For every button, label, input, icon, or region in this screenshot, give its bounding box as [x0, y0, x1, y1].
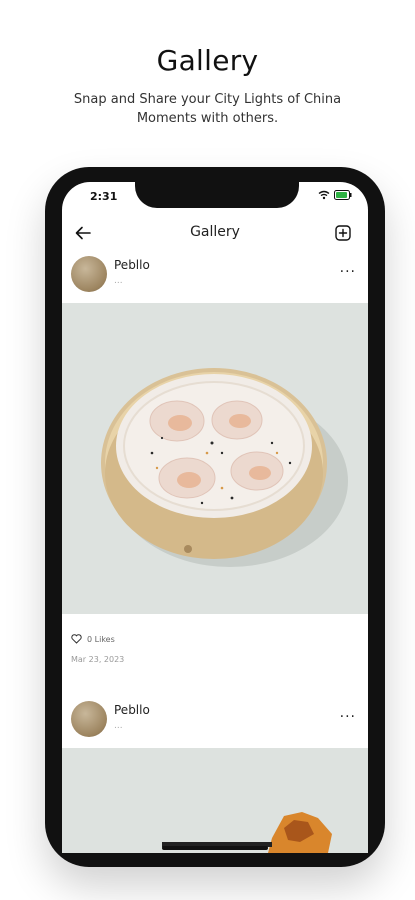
avatar[interactable] [71, 701, 107, 737]
phone-frame: 2:31 Gallery Pebllo ... ··· 0 Likes Mar … [45, 167, 385, 867]
food-photo-partial [162, 812, 332, 853]
more-horizontal-icon: ··· [339, 264, 356, 280]
status-time: 2:31 [90, 190, 118, 203]
avatar[interactable] [71, 256, 107, 292]
more-horizontal-icon: ··· [339, 709, 356, 725]
add-post-button[interactable] [332, 222, 354, 244]
likes-count: 0 Likes [87, 634, 115, 644]
plus-square-icon [335, 225, 351, 241]
post-date: Mar 23, 2023 [71, 655, 125, 664]
post-header: Pebllo ... ··· [62, 701, 368, 745]
post-subline: ... [114, 276, 123, 286]
more-options-button[interactable]: ··· [340, 264, 356, 280]
more-options-button[interactable]: ··· [340, 709, 356, 725]
post-subline: ... [114, 721, 123, 731]
likes-row: 0 Likes [71, 634, 115, 644]
status-icons [318, 190, 352, 200]
heart-icon[interactable] [71, 634, 82, 644]
promo-subtitle: Snap and Share your City Lights of China… [73, 92, 342, 126]
app-header: Gallery [62, 220, 368, 248]
post-image[interactable] [62, 748, 368, 853]
home-indicator [162, 846, 268, 850]
phone-notch [135, 182, 299, 208]
header-title: Gallery [190, 224, 240, 240]
post-header: Pebllo ... ··· [62, 256, 368, 300]
wifi-icon [318, 190, 330, 200]
post-username[interactable]: Pebllo [114, 258, 150, 272]
app-screen: 2:31 Gallery Pebllo ... ··· 0 Likes Mar … [62, 182, 368, 853]
post-username[interactable]: Pebllo [114, 703, 150, 717]
dumplings-photo [101, 368, 348, 567]
post-image[interactable] [62, 303, 368, 614]
battery-icon [334, 190, 352, 200]
promo-title: Gallery [156, 44, 259, 77]
